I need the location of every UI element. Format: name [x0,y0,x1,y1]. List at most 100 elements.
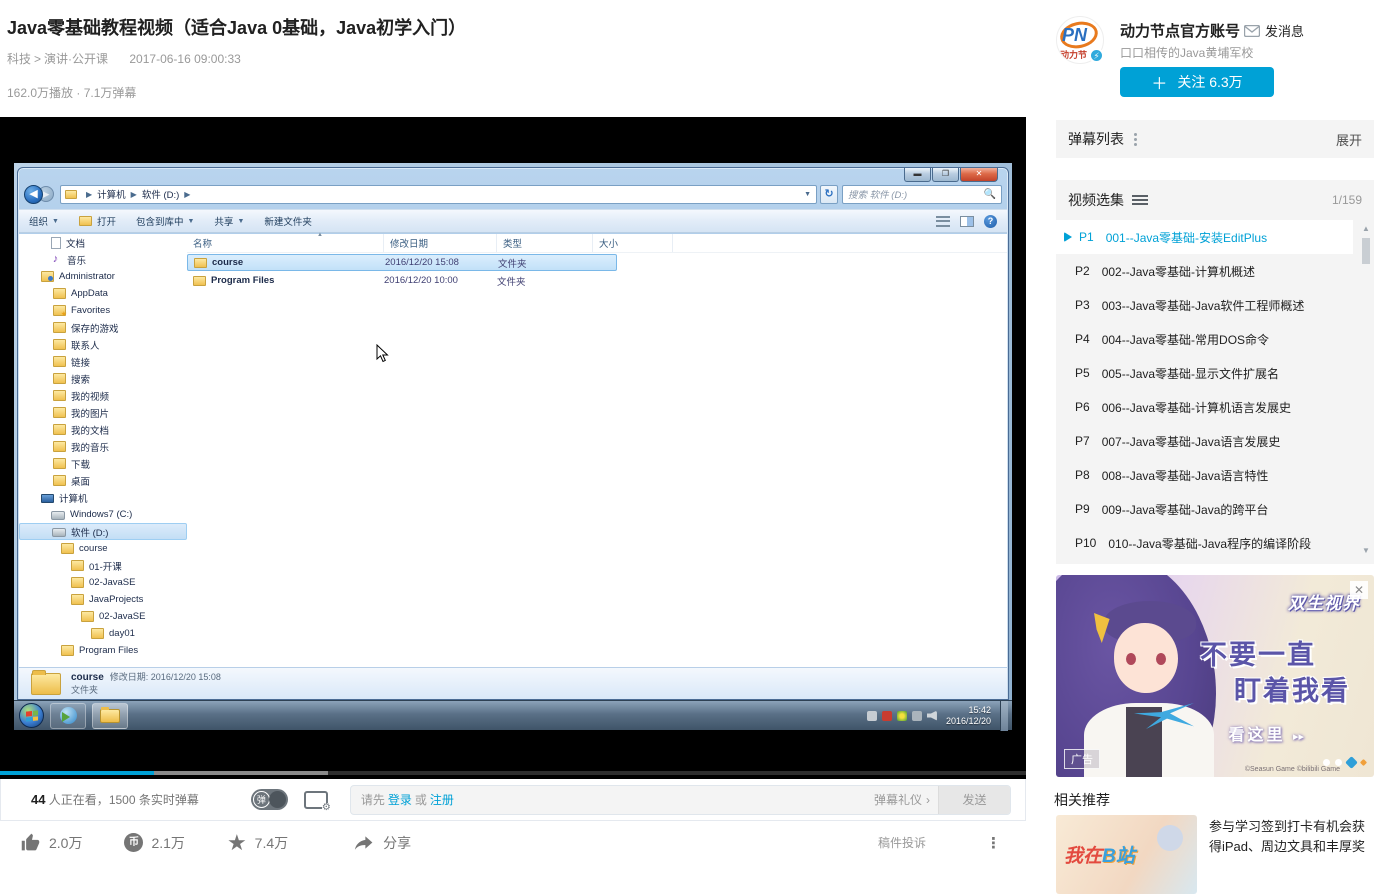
folder-icon [91,628,104,639]
related-item[interactable]: 我在B站 参与学习签到打卡有机会获得iPad、周边文具和丰厚奖 [1056,815,1374,894]
episode-item-selected[interactable]: P1001--Java零基础-安装EditPlus [1056,220,1353,254]
ad-banner[interactable]: 双生视界 不要一直 盯着我看 看这里 ▸▸ 广告 ✕ ©Seasun Game … [1056,575,1374,777]
or-text: 或 [415,791,427,808]
carousel-dots[interactable] [1323,758,1366,767]
close-icon[interactable]: ✕ [1350,581,1368,599]
tree-item: AppData [19,285,187,302]
related-thumbnail[interactable]: 我在B站 [1056,815,1197,894]
publish-time: 2017-06-16 09:00:33 [129,52,240,66]
tree-item: Administrator [19,268,187,285]
share-button[interactable]: 分享 [354,832,411,853]
related-title: 相关推荐 [1054,790,1110,810]
coin-button[interactable]: 币 2.1万 [124,833,184,853]
scrollbar-thumb [1362,238,1370,264]
like-button[interactable]: 2.0万 [20,832,82,853]
verified-badge-icon: ⚡ [1089,48,1104,63]
episode-item[interactable]: P10010--Java零基础-Java程序的编译阶段 [1056,526,1374,560]
episodes-scrollbar[interactable]: ▲ ▼ [1361,224,1371,556]
carousel-dot [1323,759,1330,766]
chevron-down-icon: ▼ [52,218,59,225]
ad-art [1156,653,1166,665]
computer-icon [41,494,54,503]
back-icon: ◀ [24,185,43,204]
episode-item[interactable]: P9009--Java零基础-Java的跨平台 [1056,492,1374,526]
uploader-name[interactable]: 动力节点官方账号 [1120,20,1240,41]
follow-button[interactable]: ＋ 关注 6.3万 [1120,67,1274,97]
list-view-icon[interactable] [1132,195,1148,205]
tree-item: 保存的游戏 [19,319,187,336]
details-name: course [71,672,104,683]
folder-icon [194,258,207,268]
search-icon: 🔍 [984,189,996,200]
tree-item: 链接 [19,353,187,370]
folder-icon [53,458,66,469]
chevron-down-icon: ▼ [237,218,244,225]
favorite-button[interactable]: ★ 7.4万 [227,833,288,853]
carousel-dot-active [1345,756,1358,769]
folder-icon [53,322,66,333]
explorer-tree: 文档 ♪音乐 Administrator AppData Favorites 保… [19,234,187,667]
danmaku-toggle[interactable]: 弹 [251,789,288,810]
danmaku-settings-icon[interactable] [304,791,328,809]
category-link[interactable]: 科技 [7,52,31,66]
tray-icon [882,711,892,721]
register-link[interactable]: 注册 [430,791,454,808]
more-options-icon[interactable] [1134,133,1137,146]
login-link[interactable]: 登录 [388,791,412,808]
folder-icon [53,373,66,384]
avatar-text: PN [1062,25,1087,46]
chevron-down-icon: ▼ [804,191,811,198]
uploader-description: 口口相传的Java黄埔军校 [1120,44,1253,61]
taskbar-clock: 15:42 2016/12/20 [942,705,995,727]
column-date: 修改日期 [384,234,497,252]
episode-item[interactable]: P8008--Java零基础-Java语言特性 [1056,458,1374,492]
column-name: 名称 [187,234,384,252]
episode-item[interactable]: P4004--Java零基础-常用DOS命令 [1056,322,1374,356]
favorite-count: 7.4万 [255,833,288,853]
more-options-icon[interactable]: ⋮ [986,834,1002,852]
episodes-panel: 视频选集 1/159 P1001--Java零基础-安装EditPlus P20… [1056,180,1374,564]
danmaku-toggle-label: 弹 [253,791,270,808]
speaker-icon [927,711,937,721]
report-link[interactable]: 稿件投诉 [878,834,926,851]
tree-item: 02-JavaSE [19,608,187,625]
episode-item[interactable]: P5005--Java零基础-显示文件扩展名 [1056,356,1374,390]
episode-item[interactable]: P6006--Java零基础-计算机语言发展史 [1056,390,1374,424]
episode-item[interactable]: P3003--Java零基础-Java软件工程师概述 [1056,288,1374,322]
folder-icon [61,645,74,656]
favorites-folder-icon [53,305,66,316]
folder-icon [71,560,84,571]
ad-cta[interactable]: 看这里 ▸▸ [1228,721,1304,745]
danmaku-etiquette-link[interactable]: 弹幕礼仪› [874,791,938,808]
send-message-button[interactable]: 发消息 [1244,21,1304,40]
episodes-header: 视频选集 1/159 [1056,180,1374,220]
details-pane: course 修改日期: 2016/12/20 15:08 文件夹 [19,667,1007,699]
ad-art [1126,707,1162,777]
player-seekbar[interactable] [0,771,1026,775]
subcategory-link[interactable]: 演讲·公开课 [44,52,108,66]
thumbs-up-icon [20,832,41,853]
tree-item: 我的视频 [19,387,187,404]
episode-item[interactable]: P7007--Java零基础-Java语言发展史 [1056,424,1374,458]
expand-button[interactable]: 展开 [1336,130,1362,149]
episode-item[interactable]: P2002--Java零基础-计算机概述 [1056,254,1374,288]
folder-icon [61,543,74,554]
ad-label: 广告 [1064,749,1100,769]
send-button[interactable]: 发送 [938,785,1010,815]
search-placeholder: 搜索 软件 (D:) [848,187,907,201]
ad-art [1114,623,1178,693]
folder-icon [53,407,66,418]
video-player[interactable]: ▬ ❐ ✕ ◀ ▶ ▶ 计算机 ▶ 软件 (D:) ▶ ▼ ↻ 搜索 软件 [0,117,1026,779]
danmaku-input[interactable]: 请先 登录 或 注册 弹幕礼仪› 发送 [350,785,1011,815]
danmaku-list-panel[interactable]: 弹幕列表 展开 [1056,120,1374,158]
folder-icon [53,356,66,367]
related-item-title[interactable]: 参与学习签到打卡有机会获得iPad、周边文具和丰厚奖 [1209,815,1374,894]
episode-position: 1/159 [1332,193,1362,207]
ad-copyright: ©Seasun Game ©bilibili Game [1245,766,1340,773]
tree-item: 桌面 [19,472,187,489]
details-date: 修改日期: 2016/12/20 15:08 [110,672,221,682]
coin-count: 2.1万 [151,833,184,853]
details-type: 文件夹 [71,684,221,696]
tree-item-selected: 软件 (D:) [19,523,187,540]
input-placeholder: 请先 [361,791,385,808]
